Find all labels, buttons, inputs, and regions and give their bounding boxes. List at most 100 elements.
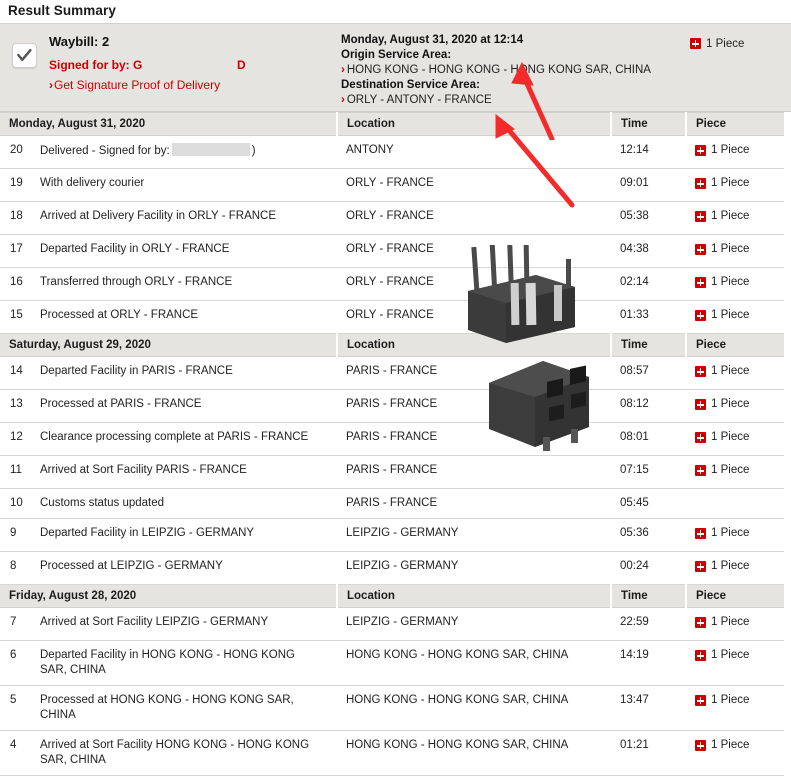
get-signature-pod-link[interactable]: ›Get Signature Proof of Delivery — [49, 76, 339, 94]
waybill-redaction — [114, 35, 224, 48]
signed-for-label: Signed for by: — [49, 58, 130, 72]
piece-badge[interactable]: 1 Piece — [690, 38, 744, 50]
piece-badge[interactable]: 1 Piece — [695, 275, 749, 290]
piece-label: 1 Piece — [711, 177, 750, 189]
piece-badge[interactable]: 1 Piece — [695, 209, 749, 224]
piece-label: 1 Piece — [711, 649, 750, 661]
piece-label: 1 Piece — [711, 616, 750, 628]
column-header-time: Time — [610, 112, 686, 136]
event-piece-cell: 1 Piece — [686, 135, 784, 169]
shipment-checkbox[interactable] — [12, 43, 37, 68]
event-number: 11 — [0, 455, 40, 489]
event-description: Arrived at Sort Facility PARIS - FRANCE — [40, 455, 337, 489]
event-location: HONG KONG - HONG KONG SAR, CHINA — [337, 730, 611, 776]
event-piece-cell: 1 Piece — [686, 201, 784, 235]
event-number: 14 — [0, 356, 40, 390]
event-time: 05:36 — [611, 518, 686, 552]
event-piece-cell: 1 Piece — [686, 300, 784, 334]
chevron-right-icon: › — [49, 78, 53, 92]
event-piece-cell: 1 Piece — [686, 168, 784, 202]
piece-badge[interactable]: 1 Piece — [695, 615, 749, 630]
piece-badge[interactable]: 1 Piece — [695, 526, 749, 541]
plus-icon — [695, 617, 706, 628]
piece-label: 1 Piece — [706, 37, 745, 50]
event-description: Delivered - Signed for by:) — [40, 135, 337, 169]
tracking-result-page: Result Summary Waybill: 2 Signed for by:… — [0, 0, 791, 781]
origin-service-area-value: › HONG KONG - HONG KONG - HONG KONG SAR, … — [341, 63, 685, 78]
result-summary-panel: Waybill: 2 Signed for by: G D ›Get Signa… — [0, 23, 791, 112]
plus-icon — [695, 528, 706, 539]
piece-label: 1 Piece — [711, 560, 750, 572]
event-description: Processed at LEIPZIG - GERMANY — [40, 551, 337, 585]
piece-badge[interactable]: 1 Piece — [695, 738, 749, 753]
event-piece-cell: 1 Piece — [686, 518, 784, 552]
destination-service-area-label: Destination Service Area: — [341, 79, 480, 91]
event-time: 05:38 — [611, 201, 686, 235]
event-number: 5 — [0, 685, 40, 731]
piece-badge[interactable]: 1 Piece — [695, 308, 749, 323]
table-row: 8 Processed at LEIPZIG - GERMANY LEIPZIG -… — [0, 551, 784, 585]
piece-badge[interactable]: 1 Piece — [695, 648, 749, 663]
event-location: HONG KONG - HONG KONG SAR, CHINA — [337, 640, 611, 686]
page-title: Result Summary — [8, 3, 116, 18]
event-piece-cell: 1 Piece — [686, 775, 784, 781]
event-time: 02:14 — [611, 267, 686, 301]
event-number: 3 — [0, 775, 40, 781]
date-group-header: Saturday, August 29, 2020 Location Time Pie… — [0, 333, 784, 357]
event-description: Processed at PARIS - FRANCE — [40, 389, 337, 423]
plus-icon — [695, 695, 706, 706]
event-description: Arrived at Delivery Facility in ORLY - F… — [40, 201, 337, 235]
event-time: 14:19 — [611, 640, 686, 686]
event-time: 22:59 — [611, 607, 686, 641]
piece-badge[interactable]: 1 Piece — [695, 364, 749, 379]
piece-badge[interactable]: 1 Piece — [695, 242, 749, 257]
event-time: 05:45 — [611, 488, 686, 519]
event-time: 08:57 — [611, 356, 686, 390]
plus-icon — [695, 145, 706, 156]
column-header-piece: Piece — [685, 112, 784, 136]
event-time: 08:12 — [611, 389, 686, 423]
signed-for-value-redacted: G — [133, 58, 143, 72]
piece-badge[interactable]: 1 Piece — [695, 693, 749, 708]
event-number: 8 — [0, 551, 40, 585]
plus-icon — [695, 277, 706, 288]
signed-for-value-tail: D — [237, 58, 246, 72]
event-location: ORLY - FRANCE — [337, 168, 611, 202]
event-piece-cell: 1 Piece — [686, 234, 784, 268]
piece-badge[interactable]: 1 Piece — [695, 143, 749, 158]
event-piece-cell: 1 Piece — [686, 685, 784, 731]
event-location: LEIPZIG - GERMANY — [337, 607, 611, 641]
event-description: Departed Facility in ORLY - FRANCE — [40, 234, 337, 268]
event-description: Arrived at Sort Facility HONG KONG - HON… — [40, 730, 337, 776]
plus-icon — [695, 740, 706, 751]
plus-icon — [690, 38, 701, 49]
piece-badge[interactable]: 1 Piece — [695, 397, 749, 412]
piece-badge[interactable]: 1 Piece — [695, 430, 749, 445]
summary-piece-count: 1 Piece — [685, 24, 791, 54]
date-group-header: Monday, August 31, 2020 Location Time Piece — [0, 112, 784, 136]
event-description-text: Delivered - Signed for by: — [40, 145, 170, 157]
piece-badge[interactable]: 1 Piece — [695, 176, 749, 191]
event-time: 04:38 — [611, 234, 686, 268]
table-row: 13 Processed at PARIS - FRANCE PARIS - FRA… — [0, 389, 784, 423]
signer-redaction — [171, 143, 250, 156]
plus-icon — [695, 399, 706, 410]
plus-icon — [695, 465, 706, 476]
table-row: 5 Processed at HONG KONG - HONG KONG SAR,… — [0, 685, 784, 731]
table-row: 20 Delivered - Signed for by:) ANTONY 12:14… — [0, 135, 784, 169]
table-row: 9 Departed Facility in LEIPZIG - GERMANY L… — [0, 518, 784, 552]
piece-badge[interactable]: 1 Piece — [695, 559, 749, 574]
event-time: 12:14 — [611, 135, 686, 169]
event-location: LEIPZIG - GERMANY — [337, 551, 611, 585]
table-row: 11 Arrived at Sort Facility PARIS - FRANC… — [0, 455, 784, 489]
event-description: Departed Facility in LEIPZIG - GERMANY — [40, 518, 337, 552]
piece-badge[interactable]: 1 Piece — [695, 463, 749, 478]
plus-icon — [695, 211, 706, 222]
event-location: ORLY - FRANCE — [337, 201, 611, 235]
event-location: HONG KONG - HONG KONG SAR, CHINA — [337, 775, 611, 781]
event-description: Departed Facility in HONG KONG - HONG KO… — [40, 775, 337, 781]
piece-label: 1 Piece — [711, 398, 750, 410]
table-row: 16 Transferred through ORLY - FRANCE ORLY … — [0, 267, 784, 301]
piece-label: 1 Piece — [711, 365, 750, 377]
check-icon — [17, 49, 32, 61]
